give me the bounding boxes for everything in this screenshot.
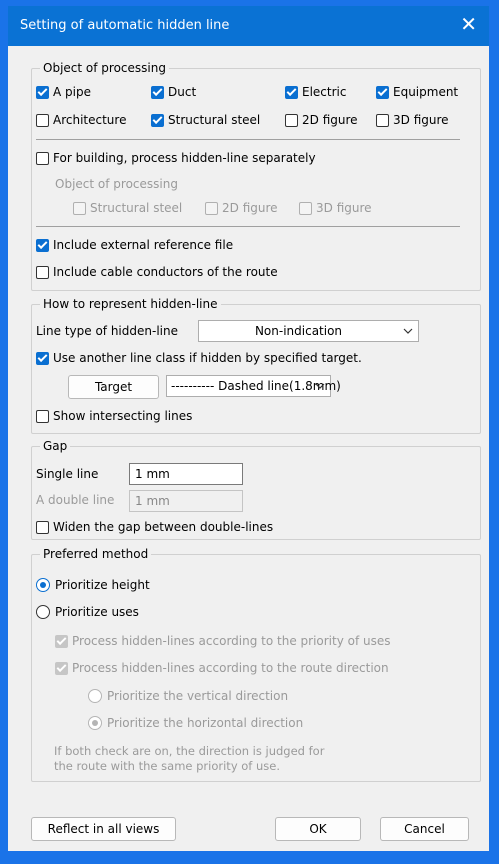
check-include-external[interactable]: Include external reference file <box>36 238 233 252</box>
dialog-title: Setting of automatic hidden line <box>20 18 230 33</box>
radio-prioritize-height[interactable]: Prioritize height <box>36 578 150 592</box>
preferred-group: Preferred method Prioritize height Prior… <box>31 547 481 782</box>
checkbox-icon <box>55 661 68 675</box>
object-processing-group: Object of processing A pipe Duct Electri… <box>31 61 481 291</box>
object-processing-legend: Object of processing <box>40 61 169 75</box>
dialog-window: Setting of automatic hidden line ✕ Objec… <box>7 5 490 852</box>
checkbox-icon[interactable] <box>36 520 49 534</box>
double-line-label: A double line <box>36 493 115 507</box>
sub-check-structural-steel: Structural steel <box>73 201 182 215</box>
check-use-another-line[interactable]: Use another line class if hidden by spec… <box>36 351 362 365</box>
sub-check-3d-figure: 3D figure <box>299 201 372 215</box>
target-button[interactable]: Target <box>68 375 159 399</box>
checkbox-icon[interactable] <box>285 113 298 127</box>
radio-horizontal: Prioritize the horizontal direction <box>88 716 303 730</box>
radio-icon[interactable] <box>36 605 50 619</box>
radio-prioritize-uses[interactable]: Prioritize uses <box>36 605 139 619</box>
check-show-intersecting[interactable]: Show intersecting lines <box>36 409 192 423</box>
check-2d-figure[interactable]: 2D figure <box>285 113 358 127</box>
represent-group: How to represent hidden-line Line type o… <box>31 297 481 434</box>
check-equipment[interactable]: Equipment <box>376 85 458 99</box>
check-structural-steel[interactable]: Structural steel <box>151 113 260 127</box>
single-line-input[interactable]: 1 mm <box>129 463 243 485</box>
preferred-legend: Preferred method <box>40 547 152 561</box>
checkbox-icon[interactable] <box>36 409 49 423</box>
checkbox-icon[interactable] <box>376 113 389 127</box>
check-include-cable[interactable]: Include cable conductors of the route <box>36 265 278 279</box>
radio-vertical: Prioritize the vertical direction <box>88 689 288 703</box>
check-a-pipe[interactable]: A pipe <box>36 85 91 99</box>
cancel-button[interactable]: Cancel <box>380 817 469 841</box>
sub-object-label: Object of processing <box>55 177 178 191</box>
checkbox-icon[interactable] <box>36 151 49 165</box>
close-icon[interactable]: ✕ <box>460 14 477 34</box>
single-line-label: Single line <box>36 467 99 481</box>
check-process-route: Process hidden-lines according to the ro… <box>55 661 389 675</box>
divider <box>36 226 460 227</box>
check-3d-figure[interactable]: 3D figure <box>376 113 449 127</box>
checkbox-icon <box>73 201 86 215</box>
checkbox-icon <box>55 634 68 648</box>
checkbox-icon[interactable] <box>36 113 49 127</box>
chevron-down-icon <box>403 328 413 334</box>
divider <box>36 139 460 140</box>
line-type-select[interactable]: Non-indication <box>198 320 419 342</box>
dashed-line-select[interactable]: ---------- Dashed line(1.8mm) <box>166 375 341 397</box>
radio-icon <box>88 716 102 730</box>
radio-icon[interactable] <box>36 578 50 592</box>
checkbox-icon <box>299 201 312 215</box>
radio-icon <box>88 689 102 703</box>
sub-check-2d-figure: 2D figure <box>205 201 278 215</box>
checkbox-icon[interactable] <box>151 113 164 127</box>
title-bar: Setting of automatic hidden line ✕ <box>8 6 489 46</box>
checkbox-icon <box>205 201 218 215</box>
checkbox-icon[interactable] <box>36 238 49 252</box>
double-line-input: 1 mm <box>129 490 243 512</box>
note-line-1: If both check are on, the direction is j… <box>54 744 325 758</box>
gap-group: Gap Single line 1 mm A double line 1 mm … <box>31 439 481 540</box>
checkbox-icon[interactable] <box>36 85 49 99</box>
check-widen-gap[interactable]: Widen the gap between double-lines <box>36 520 273 534</box>
note-line-2: the route with the same priority of use. <box>54 759 281 773</box>
chevron-down-icon <box>315 383 325 389</box>
check-architecture[interactable]: Architecture <box>36 113 126 127</box>
check-electric[interactable]: Electric <box>285 85 346 99</box>
represent-legend: How to represent hidden-line <box>40 297 221 311</box>
checkbox-icon[interactable] <box>285 85 298 99</box>
gap-legend: Gap <box>40 439 71 453</box>
checkbox-icon[interactable] <box>376 85 389 99</box>
reflect-all-views-button[interactable]: Reflect in all views <box>31 817 176 841</box>
check-duct[interactable]: Duct <box>151 85 196 99</box>
check-building-separately[interactable]: For building, process hidden-line separa… <box>36 151 316 165</box>
checkbox-icon[interactable] <box>36 265 49 279</box>
check-process-priority: Process hidden-lines according to the pr… <box>55 634 391 648</box>
ok-button[interactable]: OK <box>275 817 361 841</box>
checkbox-icon[interactable] <box>36 351 49 365</box>
line-type-label: Line type of hidden-line <box>36 324 178 338</box>
checkbox-icon[interactable] <box>151 85 164 99</box>
